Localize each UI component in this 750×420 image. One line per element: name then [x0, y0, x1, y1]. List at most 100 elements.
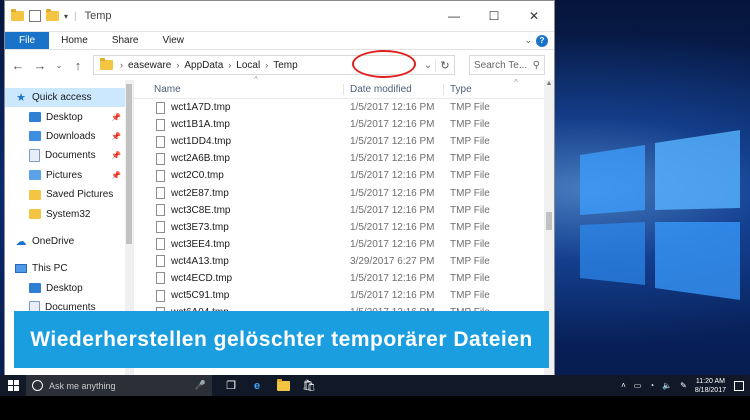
sidebar-item-onedrive[interactable]: ☁ OneDrive [5, 232, 133, 251]
pin-icon: 📌 [111, 131, 121, 141]
volume-icon[interactable]: 🔈 [662, 381, 672, 390]
file-row[interactable]: wct4A13.tmp 3/29/2017 6:27 PM TMP File [134, 253, 554, 270]
tab-view[interactable]: View [151, 32, 197, 49]
back-arrow-icon[interactable]: ← [11, 58, 25, 73]
breadcrumb-chevron-icon[interactable]: › [265, 60, 268, 70]
column-date-modified[interactable]: Date modified [344, 83, 444, 95]
sidebar-item-label: System32 [46, 208, 91, 220]
file-date: 1/5/2017 12:16 PM [350, 221, 435, 233]
sidebar-item-pc-desktop[interactable]: Desktop [5, 279, 133, 298]
refresh-icon[interactable]: ↻ [435, 58, 454, 72]
navigation-row: ← → ⌄ ↑ › easeware › AppData › Local › T… [5, 50, 554, 80]
sidebar-item-pictures[interactable]: Pictures 📌 [5, 166, 133, 185]
annotation-circle [352, 50, 416, 78]
folder-icon[interactable] [11, 9, 24, 21]
task-view-icon[interactable]: ❐ [224, 379, 238, 393]
file-name-cell: wct1A7D.tmp [134, 101, 344, 114]
file-type: TMP File [450, 102, 490, 114]
file-type: TMP File [450, 119, 490, 131]
file-row[interactable]: wct3EE4.tmp 1/5/2017 12:16 PM TMP File [134, 236, 554, 253]
sidebar-item-this-pc[interactable]: This PC [5, 259, 133, 278]
file-name-cell: wct3E73.tmp [134, 221, 344, 234]
start-button[interactable] [0, 375, 26, 396]
sidebar-item-saved-pictures[interactable]: Saved Pictures [5, 185, 133, 204]
maximize-button[interactable]: ☐ [474, 1, 514, 31]
store-icon[interactable]: 🛍 [302, 379, 316, 393]
microphone-icon[interactable]: 🎤 [195, 380, 206, 391]
file-explorer-icon[interactable] [276, 378, 290, 393]
file-icon [156, 204, 165, 217]
file-row[interactable]: wct1A7D.tmp 1/5/2017 12:16 PM TMP File [134, 99, 554, 116]
breadcrumb-chevron-icon[interactable]: › [176, 60, 179, 70]
file-icon [156, 289, 165, 302]
file-row[interactable]: wct1DD4.tmp 1/5/2017 12:16 PM TMP File [134, 133, 554, 150]
file-list: wct1A7D.tmp 1/5/2017 12:16 PM TMP File wct1… [134, 99, 554, 321]
file-row[interactable]: wct3E73.tmp 1/5/2017 12:16 PM TMP File [134, 219, 554, 236]
properties-icon[interactable] [29, 10, 41, 22]
scrollbar-thumb[interactable] [126, 84, 132, 244]
file-type: TMP File [450, 272, 490, 284]
file-type: TMP File [450, 153, 490, 165]
ribbon-tabs: File Home Share View ⌄ ? [5, 32, 554, 50]
file-name: wct3EE4.tmp [171, 238, 230, 250]
file-row[interactable]: wct5C91.tmp 1/5/2017 12:16 PM TMP File [134, 287, 554, 304]
column-name[interactable]: Name [134, 83, 344, 95]
file-date: 1/5/2017 12:16 PM [350, 238, 435, 250]
sidebar-item-quick-access[interactable]: ★ Quick access [5, 88, 133, 108]
file-date: 1/5/2017 12:16 PM [350, 187, 435, 199]
edge-icon[interactable]: e [250, 379, 264, 393]
file-row[interactable]: wct2A6B.tmp 1/5/2017 12:16 PM TMP File [134, 150, 554, 167]
file-row[interactable]: wct2E87.tmp 1/5/2017 12:16 PM TMP File [134, 184, 554, 201]
show-hidden-icons-icon[interactable]: ˄ [621, 381, 626, 390]
file-name-cell: wct1DD4.tmp [134, 135, 344, 148]
tab-home[interactable]: Home [49, 32, 100, 49]
breadcrumb-appdata[interactable]: AppData [184, 60, 223, 71]
sidebar-item-label: OneDrive [32, 235, 75, 247]
cortana-search-box[interactable]: Ask me anything 🎤 [26, 375, 212, 396]
expand-ribbon-icon[interactable]: ⌄ [524, 35, 532, 46]
breadcrumb-chevron-icon[interactable]: › [228, 60, 231, 70]
breadcrumb-local[interactable]: Local [236, 60, 260, 71]
file-date: 1/5/2017 12:16 PM [350, 153, 435, 165]
close-button[interactable]: ✕ [514, 1, 554, 31]
clock[interactable]: 11:20 AM 8/18/2017 [695, 377, 726, 395]
network-icon[interactable]: ◔ [649, 381, 654, 390]
customize-toolbar-icon[interactable]: ▾ [64, 12, 68, 21]
pen-icon[interactable]: ✎ [680, 381, 687, 390]
scrollbar-thumb[interactable] [546, 212, 552, 230]
help-icon[interactable]: ? [536, 34, 548, 47]
address-bar[interactable]: › easeware › AppData › Local › Temp ⌄ ↻ [93, 50, 455, 78]
breadcrumb-easeware[interactable]: easeware [128, 60, 171, 71]
sidebar-item-desktop[interactable]: Desktop 📌 [5, 107, 133, 126]
address-dropdown-icon[interactable]: ⌄ [421, 60, 435, 71]
file-row[interactable]: wct4ECD.tmp 1/5/2017 12:16 PM TMP File [134, 270, 554, 287]
file-name-cell: wct2E87.tmp [134, 187, 344, 200]
breadcrumb-chevron-icon[interactable]: › [120, 60, 123, 70]
sidebar-item-system32[interactable]: System32 [5, 204, 133, 223]
file-row[interactable]: wct3C8E.tmp 1/5/2017 12:16 PM TMP File [134, 202, 554, 219]
search-box[interactable]: Search Te... ⚲ [469, 55, 545, 75]
collapse-caret-icon[interactable]: ^ [514, 78, 518, 87]
action-center-icon[interactable] [734, 380, 744, 391]
battery-icon[interactable]: ▭ [634, 381, 642, 390]
file-name-cell: wct1B1A.tmp [134, 118, 344, 131]
breadcrumb-temp[interactable]: Temp [273, 60, 297, 71]
sidebar-item-downloads[interactable]: Downloads 📌 [5, 127, 133, 146]
column-type[interactable]: Type [444, 84, 472, 95]
new-folder-icon[interactable] [46, 9, 59, 21]
desktop-icon [29, 283, 41, 294]
tab-share[interactable]: Share [100, 32, 151, 49]
sidebar-item-documents[interactable]: Documents 📌 [5, 146, 133, 165]
file-icon [156, 118, 165, 131]
file-date: 1/5/2017 12:16 PM [350, 136, 435, 148]
tab-file[interactable]: File [5, 32, 50, 49]
recent-locations-icon[interactable]: ⌄ [55, 61, 63, 70]
scroll-up-icon[interactable]: ▲ [544, 80, 554, 87]
file-row[interactable]: wct1B1A.tmp 1/5/2017 12:16 PM TMP File [134, 116, 554, 133]
forward-arrow-icon[interactable]: → [33, 58, 47, 73]
minimize-button[interactable]: — [434, 1, 474, 31]
up-arrow-icon[interactable]: ↑ [71, 58, 85, 73]
file-row[interactable]: wct2C0.tmp 1/5/2017 12:16 PM TMP File [134, 167, 554, 184]
file-name: wct1A7D.tmp [171, 102, 231, 114]
clock-date: 8/18/2017 [694, 386, 726, 394]
